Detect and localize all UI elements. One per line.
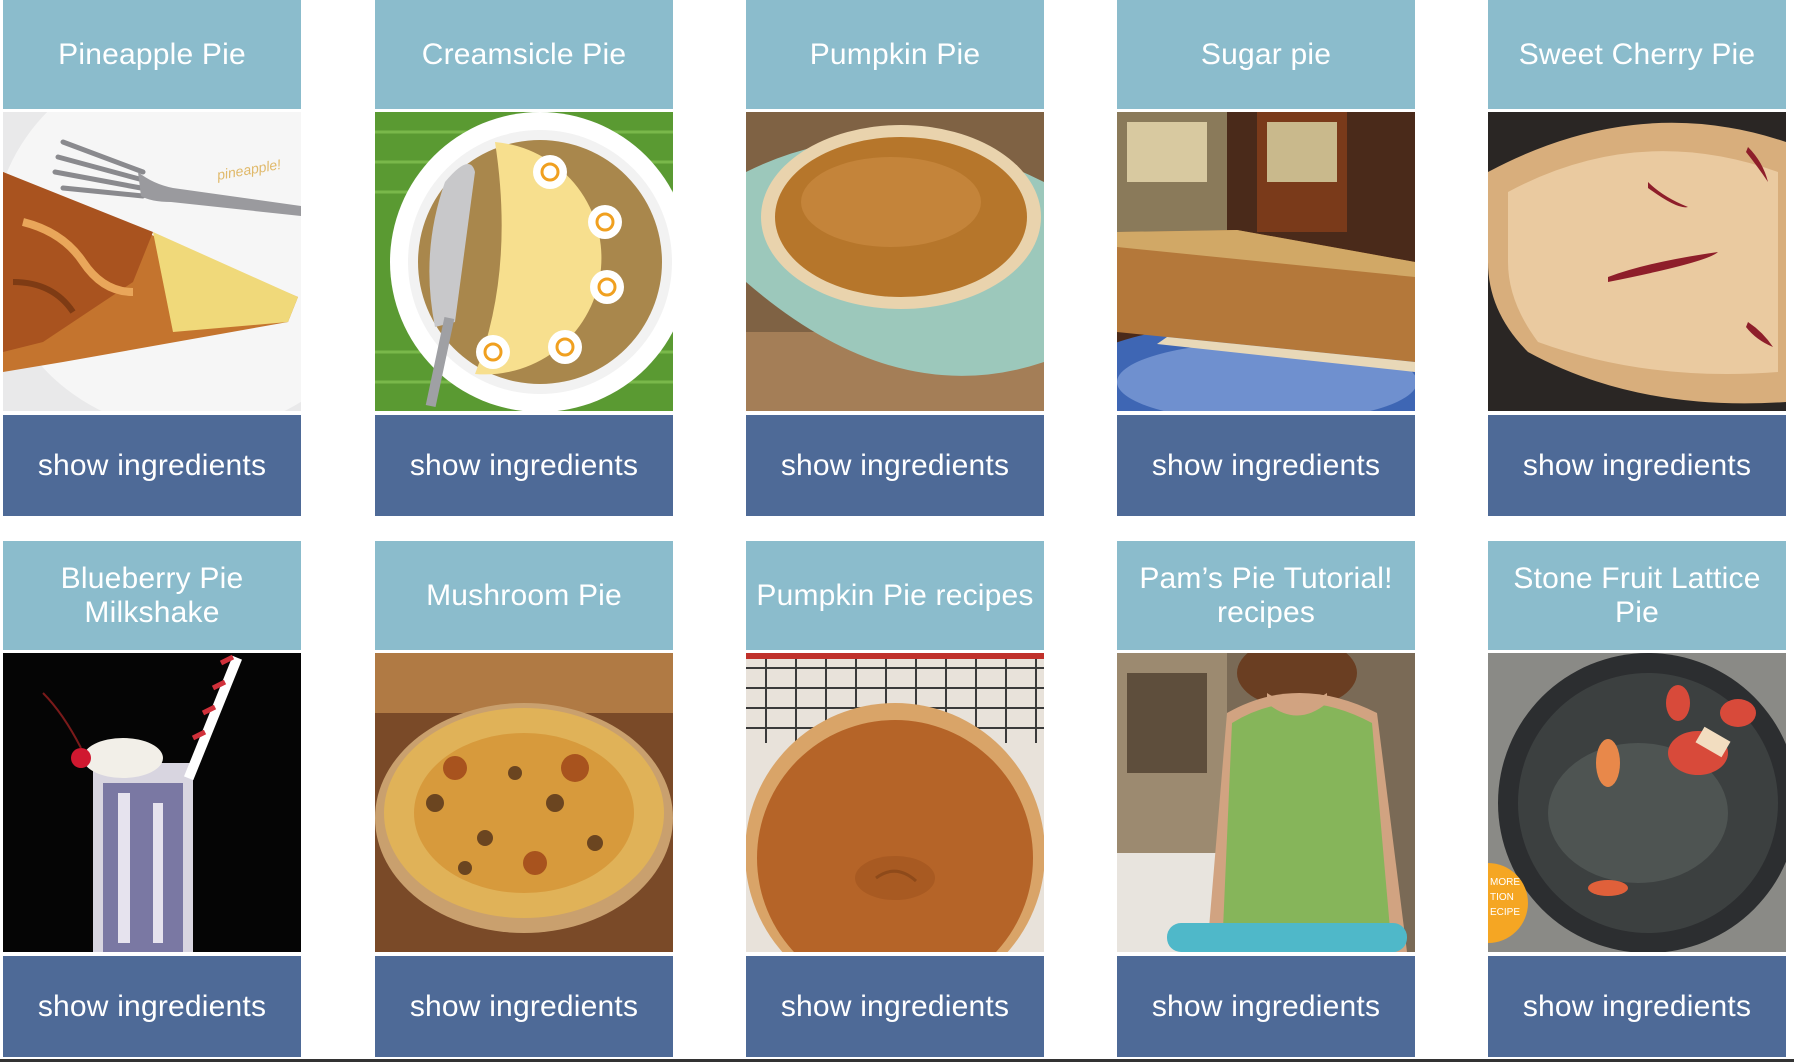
recipe-card: Mushroom Pie show ingredients — [375, 541, 673, 1059]
pumpkin-pie-recipes-photo[interactable] — [746, 653, 1044, 952]
card-title: Blueberry Pie Milkshake — [3, 541, 301, 650]
sugar-pie-photo[interactable] — [1117, 112, 1415, 411]
recipe-card: Pumpkin Pie recipes show ingredients — [746, 541, 1044, 1059]
card-title: Sweet Cherry Pie — [1488, 0, 1786, 109]
stone-fruit-pie-photo[interactable]: MORE TION ECIPE — [1488, 653, 1786, 952]
svg-text:MORE: MORE — [1490, 877, 1520, 888]
svg-text:ECIPE: ECIPE — [1490, 907, 1520, 918]
show-ingredients-button[interactable]: show ingredients — [746, 415, 1044, 516]
recipe-card: Stone Fruit Lattice Pie MORE TION ECIPE … — [1488, 541, 1786, 1059]
recipe-card: Pumpkin Pie show ingredients — [746, 0, 1044, 518]
card-title: Stone Fruit Lattice Pie — [1488, 541, 1786, 650]
show-ingredients-button[interactable]: show ingredients — [746, 956, 1044, 1057]
show-ingredients-button[interactable]: show ingredients — [375, 956, 673, 1057]
recipe-card: Pam’s Pie Tutorial! recipes show ingredi… — [1117, 541, 1415, 1059]
show-ingredients-button[interactable]: show ingredients — [1117, 956, 1415, 1057]
recipe-card: Creamsicle Pie show ingredients — [375, 0, 673, 518]
card-title: Mushroom Pie — [375, 541, 673, 650]
recipe-card: Pineapple Pie pineapple! show ingredient… — [3, 0, 301, 518]
sweet-cherry-pie-photo[interactable] — [1488, 112, 1786, 411]
card-title: Pineapple Pie — [3, 0, 301, 109]
svg-text:TION: TION — [1490, 892, 1514, 903]
show-ingredients-button[interactable]: show ingredients — [1117, 415, 1415, 516]
pineapple-pie-photo[interactable]: pineapple! — [3, 112, 301, 411]
show-ingredients-button[interactable]: show ingredients — [1488, 956, 1786, 1057]
pumpkin-pie-photo[interactable] — [746, 112, 1044, 411]
recipe-card: Sugar pie show ingredients — [1117, 0, 1415, 518]
card-title: Creamsicle Pie — [375, 0, 673, 109]
show-ingredients-button[interactable]: show ingredients — [3, 956, 301, 1057]
card-title: Pumpkin Pie recipes — [746, 541, 1044, 650]
show-ingredients-button[interactable]: show ingredients — [3, 415, 301, 516]
recipe-card: Blueberry Pie Milkshake show ingredients — [3, 541, 301, 1059]
show-ingredients-button[interactable]: show ingredients — [1488, 415, 1786, 516]
creamsicle-pie-photo[interactable] — [375, 112, 673, 411]
pam-pie-tutorial-photo[interactable] — [1117, 653, 1415, 952]
card-title: Pumpkin Pie — [746, 0, 1044, 109]
blueberry-milkshake-photo[interactable] — [3, 653, 301, 952]
card-title: Pam’s Pie Tutorial! recipes — [1117, 541, 1415, 650]
mushroom-pie-photo[interactable] — [375, 653, 673, 952]
recipe-card: Sweet Cherry Pie show ingredients — [1488, 0, 1786, 518]
card-title: Sugar pie — [1117, 0, 1415, 109]
show-ingredients-button[interactable]: show ingredients — [375, 415, 673, 516]
